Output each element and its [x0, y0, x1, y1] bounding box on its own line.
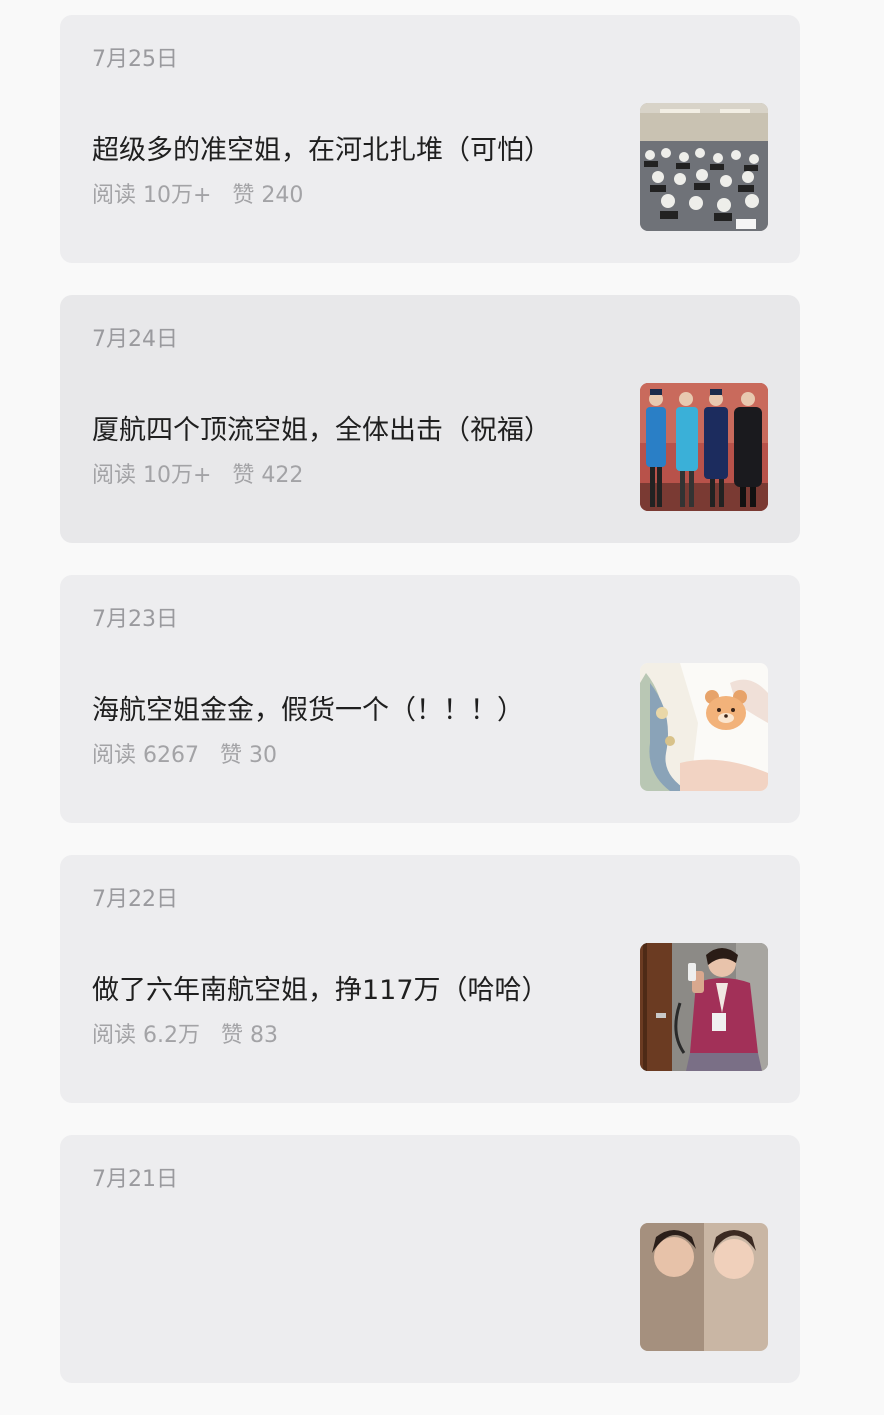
article-title[interactable]: 做了六年南航空姐，挣117万（哈哈） [92, 968, 592, 1007]
article-thumbnail[interactable] [640, 663, 768, 791]
article-date: 7月24日 [92, 327, 178, 352]
illustration-bear-photo-icon [640, 663, 768, 791]
article-date: 7月23日 [92, 607, 178, 632]
article-title[interactable]: 厦航四个顶流空姐，全体出击（祝福） [92, 408, 592, 447]
article-card[interactable]: 7月21日 [60, 1135, 800, 1383]
attendant-selfie-photo-icon [640, 943, 768, 1071]
like-count: 赞 83 [220, 1023, 278, 1048]
article-card[interactable]: 7月23日 海航空姐金金，假货一个（！！！） 阅读 6267 赞 30 [60, 575, 800, 823]
article-card[interactable]: 7月22日 做了六年南航空姐，挣117万（哈哈） 阅读 6.2万 赞 83 [60, 855, 800, 1103]
four-uniforms-photo-icon [640, 383, 768, 511]
article-stats: 阅读 10万+ 赞 422 [92, 457, 317, 489]
article-thumbnail[interactable] [640, 103, 768, 231]
article-title[interactable]: 海航空姐金金，假货一个（！！！） [92, 688, 592, 727]
group-seated-photo-icon [640, 103, 768, 231]
article-thumbnail[interactable] [640, 383, 768, 511]
article-card[interactable]: 7月25日 超级多的准空姐，在河北扎堆（可怕） 阅读 10万+ 赞 240 [60, 15, 800, 263]
article-date: 7月21日 [92, 1167, 178, 1192]
article-stats: 阅读 10万+ 赞 240 [92, 177, 317, 209]
article-thumbnail[interactable] [640, 1223, 768, 1351]
article-title[interactable]: 超级多的准空姐，在河北扎堆（可怕） [92, 128, 592, 167]
read-count: 阅读 10万+ [92, 463, 212, 488]
article-date: 7月22日 [92, 887, 178, 912]
read-count: 阅读 6267 [92, 743, 199, 768]
read-count: 阅读 10万+ [92, 183, 212, 208]
two-faces-photo-icon [640, 1223, 768, 1351]
article-card[interactable]: 7月24日 厦航四个顶流空姐，全体出击（祝福） 阅读 10万+ 赞 422 [60, 295, 800, 543]
article-thumbnail[interactable] [640, 943, 768, 1071]
article-stats: 阅读 6267 赞 30 [92, 737, 291, 769]
like-count: 赞 422 [232, 463, 304, 488]
like-count: 赞 30 [219, 743, 277, 768]
article-date: 7月25日 [92, 47, 178, 72]
like-count: 赞 240 [232, 183, 304, 208]
read-count: 阅读 6.2万 [92, 1023, 200, 1048]
article-feed: 7月25日 超级多的准空姐，在河北扎堆（可怕） 阅读 10万+ 赞 240 7月… [60, 15, 800, 1415]
article-stats: 阅读 6.2万 赞 83 [92, 1017, 292, 1049]
